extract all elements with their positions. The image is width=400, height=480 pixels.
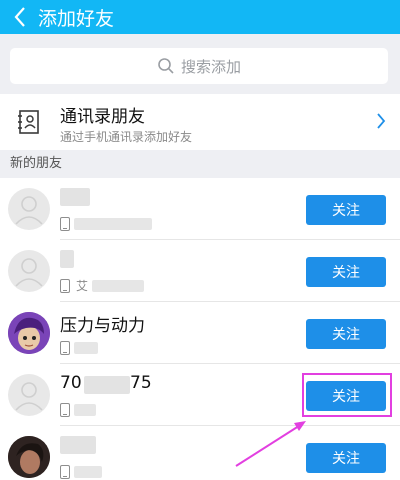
search-icon xyxy=(158,58,174,74)
phone-mosaic xyxy=(74,466,102,478)
name-mosaic xyxy=(60,250,74,268)
list-item[interactable]: 压力与动力 关注 xyxy=(0,302,400,364)
avatar xyxy=(8,188,50,230)
back-icon xyxy=(14,7,25,27)
phone-icon xyxy=(60,279,70,293)
phone-mosaic xyxy=(74,404,96,416)
contacts-friends-row[interactable]: 通讯录朋友 通过手机通讯录添加好友 xyxy=(0,94,400,150)
phone-icon xyxy=(60,403,70,417)
avatar xyxy=(8,436,50,478)
list-item[interactable]: 关注 xyxy=(0,426,400,480)
search-area: 搜索添加 xyxy=(0,34,400,94)
title-bar: 添加好友 xyxy=(0,0,400,34)
list-item[interactable]: 艾 关注 xyxy=(0,240,400,302)
avatar xyxy=(8,374,50,416)
highlight-box xyxy=(302,373,392,417)
photo-avatar-icon xyxy=(8,436,50,478)
follow-button[interactable]: 关注 xyxy=(306,257,386,287)
contacts-book-icon xyxy=(18,110,39,134)
avatar xyxy=(8,312,50,354)
default-avatar-icon xyxy=(15,196,43,225)
friend-name-suffix: 75 xyxy=(130,373,152,393)
friend-subtitle: 艾 xyxy=(76,279,89,293)
chevron-right-icon xyxy=(377,113,386,129)
name-mosaic xyxy=(60,436,96,454)
section-header-new-friends: 新的朋友 xyxy=(0,150,400,178)
back-button[interactable] xyxy=(0,0,40,34)
default-avatar-icon xyxy=(15,382,43,411)
phone-icon xyxy=(60,465,70,479)
search-placeholder: 搜索添加 xyxy=(180,57,241,76)
name-mosaic xyxy=(84,376,130,394)
page-title: 添加好友 xyxy=(38,7,115,30)
contacts-subtitle: 通过手机通讯录添加好友 xyxy=(60,130,193,144)
list-item[interactable]: 关注 xyxy=(0,178,400,240)
friend-name: 70 xyxy=(60,373,82,393)
name-mosaic xyxy=(60,188,90,206)
follow-button[interactable]: 关注 xyxy=(306,443,386,473)
default-avatar-icon xyxy=(15,258,43,287)
follow-button[interactable]: 关注 xyxy=(306,195,386,225)
phone-mosaic xyxy=(92,280,144,292)
friend-name: 压力与动力 xyxy=(60,316,145,336)
phone-icon xyxy=(60,341,70,355)
cartoon-avatar-icon xyxy=(8,312,50,354)
contacts-title: 通讯录朋友 xyxy=(60,107,145,127)
follow-button[interactable]: 关注 xyxy=(306,319,386,349)
phone-icon xyxy=(60,217,70,231)
phone-mosaic xyxy=(74,218,152,230)
search-input[interactable]: 搜索添加 xyxy=(10,48,388,84)
avatar xyxy=(8,250,50,292)
phone-mosaic xyxy=(74,342,98,354)
